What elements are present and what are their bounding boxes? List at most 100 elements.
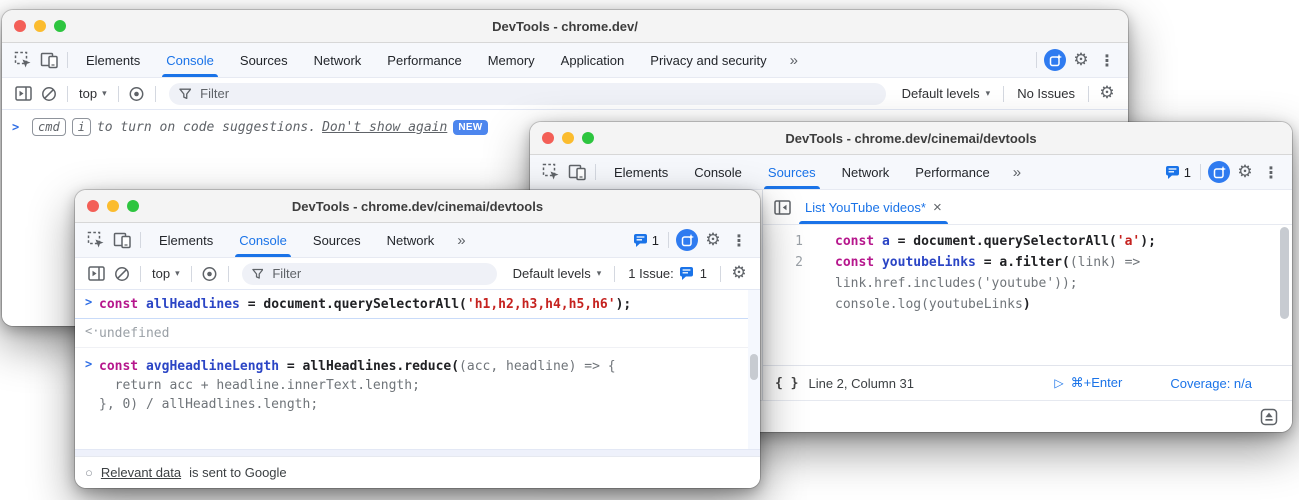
settings-gear-icon[interactable]: ⚙ xyxy=(1232,159,1258,185)
console-toolbar: top▾ Default levels▾ 1 Issue: 1 ⚙ xyxy=(75,258,760,290)
code-editor[interactable]: 1const a = document.querySelectorAll('a'… xyxy=(763,225,1292,365)
console-sidebar-icon[interactable] xyxy=(10,81,36,107)
tab-memory[interactable]: Memory xyxy=(475,43,548,77)
device-toolbar-icon[interactable] xyxy=(564,159,590,185)
close-window-button[interactable] xyxy=(87,200,99,212)
window-title: DevTools - chrome.dev/ xyxy=(2,19,1128,34)
tab-console[interactable]: Console xyxy=(153,43,227,77)
more-options-icon[interactable]: ⋮ xyxy=(1094,47,1120,73)
console-settings-icon[interactable]: ⚙ xyxy=(1094,81,1120,107)
console-scrollbar[interactable] xyxy=(748,290,760,449)
more-tabs-icon[interactable]: » xyxy=(1003,164,1030,181)
more-options-icon[interactable]: ⋮ xyxy=(726,227,752,253)
titlebar[interactable]: DevTools - chrome.dev/cinemai/devtools xyxy=(75,190,760,223)
drawer-eject-icon[interactable] xyxy=(1256,404,1282,430)
hide-navigator-icon[interactable] xyxy=(769,194,795,220)
close-window-button[interactable] xyxy=(14,20,26,32)
tab-sources[interactable]: Sources xyxy=(300,223,374,257)
tab-privacy-security[interactable]: Privacy and security xyxy=(637,43,779,77)
relevant-data-link[interactable]: Relevant data xyxy=(101,465,181,480)
no-issues-label[interactable]: No Issues xyxy=(1009,86,1083,101)
code-line: console.log(youtubeLinks) xyxy=(809,294,1031,315)
tab-sources[interactable]: Sources xyxy=(227,43,301,77)
zoom-window-button[interactable] xyxy=(582,132,594,144)
tab-performance[interactable]: Performance xyxy=(374,43,474,77)
tab-application[interactable]: Application xyxy=(548,43,638,77)
code-line: const a = document.querySelectorAll('a')… xyxy=(809,231,1156,252)
tab-network[interactable]: Network xyxy=(374,223,448,257)
context-selector[interactable]: top▾ xyxy=(146,266,186,281)
default-levels-dropdown[interactable]: Default levels▾ xyxy=(505,266,610,281)
editor-tab-strip: List YouTube videos* × xyxy=(763,190,1292,225)
device-toolbar-icon[interactable] xyxy=(36,47,62,73)
tab-sources[interactable]: Sources xyxy=(755,155,829,189)
prompt-chevron-icon: > xyxy=(85,295,99,309)
console-log-area[interactable]: > const allHeadlines = document.querySel… xyxy=(75,290,760,449)
console-settings-icon[interactable]: ⚙ xyxy=(726,261,752,287)
live-expression-eye-icon[interactable] xyxy=(124,81,150,107)
console-sidebar-icon[interactable] xyxy=(83,261,109,287)
minimize-window-button[interactable] xyxy=(34,20,46,32)
minimize-window-button[interactable] xyxy=(107,200,119,212)
more-tabs-icon[interactable]: » xyxy=(780,52,807,69)
traffic-lights xyxy=(14,20,66,32)
editor-statusbar: { } Line 2, Column 31 ▷ ⌘+Enter Coverage… xyxy=(763,365,1292,400)
editor-scrollbar[interactable] xyxy=(1280,227,1289,319)
chevron-down-icon: ▾ xyxy=(986,88,991,99)
ai-assistance-icon[interactable] xyxy=(1042,47,1068,73)
filter-input[interactable] xyxy=(169,83,886,105)
titlebar[interactable]: DevTools - chrome.dev/cinemai/devtools xyxy=(530,122,1292,155)
inspect-element-icon[interactable] xyxy=(10,47,36,73)
window-title: DevTools - chrome.dev/cinemai/devtools xyxy=(75,199,760,214)
tab-elements[interactable]: Elements xyxy=(146,223,226,257)
issue-count-label[interactable]: 1 Issue: 1 xyxy=(620,266,715,281)
clear-console-icon[interactable] xyxy=(36,81,62,107)
minimize-window-button[interactable] xyxy=(562,132,574,144)
zoom-window-button[interactable] xyxy=(54,20,66,32)
tab-console[interactable]: Console xyxy=(681,155,755,189)
inspect-element-icon[interactable] xyxy=(538,159,564,185)
clear-console-icon[interactable] xyxy=(109,261,135,287)
more-options-icon[interactable]: ⋮ xyxy=(1258,159,1284,185)
dont-show-again-link[interactable]: Don't show again xyxy=(322,120,447,135)
window-title: DevTools - chrome.dev/cinemai/devtools xyxy=(530,131,1292,146)
issues-counter[interactable]: 1 xyxy=(629,233,663,248)
coverage-link[interactable]: Coverage: n/a xyxy=(1170,376,1252,391)
ai-assistance-icon[interactable] xyxy=(1206,159,1232,185)
traffic-lights xyxy=(542,132,594,144)
traffic-lights xyxy=(87,200,139,212)
tab-console[interactable]: Console xyxy=(226,223,300,257)
chevron-down-icon: ▾ xyxy=(597,268,602,279)
file-tab-list-youtube-videos[interactable]: List YouTube videos* × xyxy=(795,190,952,224)
ai-assistance-icon[interactable] xyxy=(674,227,700,253)
close-window-button[interactable] xyxy=(542,132,554,144)
pretty-print-icon[interactable]: { } xyxy=(775,376,798,391)
zoom-window-button[interactable] xyxy=(127,200,139,212)
prompt-chevron-icon: > xyxy=(85,357,99,371)
device-toolbar-icon[interactable] xyxy=(109,227,135,253)
run-snippet-button[interactable]: ▷ ⌘+Enter xyxy=(1054,375,1122,391)
console-entry: > const allHeadlines = document.querySel… xyxy=(75,290,760,319)
live-expression-eye-icon[interactable] xyxy=(197,261,223,287)
filter-input[interactable] xyxy=(242,263,497,285)
more-tabs-icon[interactable]: » xyxy=(447,232,474,249)
context-selector[interactable]: top▾ xyxy=(73,86,113,101)
issues-bubble-icon xyxy=(633,233,649,248)
issues-counter[interactable]: 1 xyxy=(1161,165,1195,180)
tab-elements[interactable]: Elements xyxy=(601,155,681,189)
default-levels-dropdown[interactable]: Default levels▾ xyxy=(894,86,999,101)
run-icon: ▷ xyxy=(1054,376,1063,390)
tab-network[interactable]: Network xyxy=(829,155,903,189)
devtools-tabbar: Elements Console Sources Network Perform… xyxy=(530,155,1292,190)
settings-gear-icon[interactable]: ⚙ xyxy=(700,227,726,253)
tab-elements[interactable]: Elements xyxy=(73,43,153,77)
tab-network[interactable]: Network xyxy=(301,43,375,77)
close-icon[interactable]: × xyxy=(933,200,942,215)
settings-gear-icon[interactable]: ⚙ xyxy=(1068,47,1094,73)
inspect-element-icon[interactable] xyxy=(83,227,109,253)
code-line: const youtubeLinks = a.filter((link) => xyxy=(809,252,1140,273)
titlebar[interactable]: DevTools - chrome.dev/ xyxy=(2,10,1128,43)
info-circle-icon: ○ xyxy=(85,465,93,480)
console-footer-strip xyxy=(75,449,760,456)
tab-performance[interactable]: Performance xyxy=(902,155,1002,189)
